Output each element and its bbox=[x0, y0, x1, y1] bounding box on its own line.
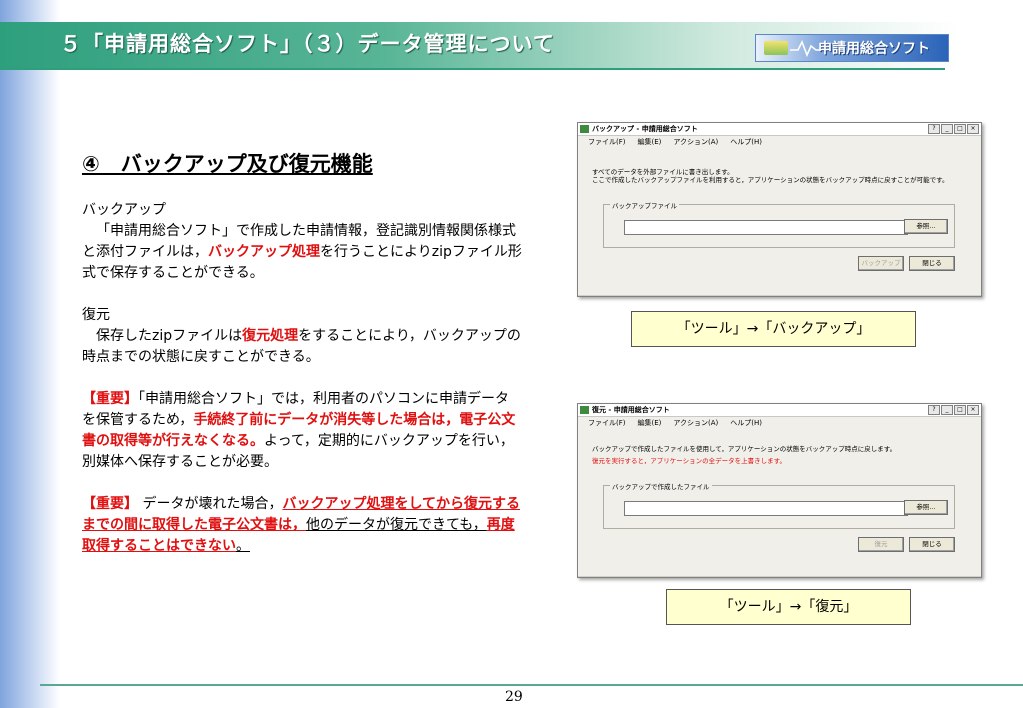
maximize-icon[interactable]: □ bbox=[954, 124, 966, 134]
important-2-text-2: 他のデータが復元できても， bbox=[306, 517, 487, 533]
page-number: 29 bbox=[505, 689, 523, 705]
window-controls: ? _ □ × bbox=[928, 124, 979, 134]
close-icon[interactable]: × bbox=[967, 124, 979, 134]
backup-window-titlebar: バックアップ - 申請用総合ソフト ? _ □ × bbox=[578, 123, 981, 136]
maximize-icon[interactable]: □ bbox=[954, 405, 966, 415]
restore-desc-1: バックアップで作成したファイルを使用して，アプリケーションの状態をバックアップ時… bbox=[592, 445, 897, 453]
restore-highlight: 復元処理 bbox=[242, 328, 299, 344]
backup-highlight: バックアップ処理 bbox=[208, 244, 320, 260]
backup-label: バックアップ bbox=[82, 202, 166, 218]
restore-caption: 「ツール」→「復元」 bbox=[666, 589, 911, 625]
app-icon bbox=[580, 406, 589, 414]
restore-button[interactable]: 復元 bbox=[858, 537, 904, 552]
menu-file[interactable]: ファイル(F) bbox=[588, 418, 626, 428]
important-paragraph-1: 【重要】「申請用総合ソフト」では，利用者のパソコンに申請データを保管するため，手… bbox=[82, 389, 522, 473]
backup-group-label: バックアップファイル bbox=[610, 200, 679, 210]
help-icon[interactable]: ? bbox=[928, 405, 940, 415]
backup-file-input[interactable] bbox=[624, 220, 908, 235]
backup-button[interactable]: バックアップ bbox=[858, 256, 904, 271]
close-button[interactable]: 閉じる bbox=[909, 256, 955, 271]
important-2-end: 。 bbox=[236, 538, 250, 554]
important-paragraph-2: 【重要】 データが壊れた場合，バックアップ処理をしてから復元するまでの間に取得し… bbox=[82, 494, 522, 557]
help-icon[interactable]: ? bbox=[928, 124, 940, 134]
restore-window: 復元 - 申請用総合ソフト ? _ □ × ファイル(F) 編集(E) アクショ… bbox=[577, 403, 982, 578]
left-gradient-band bbox=[0, 0, 60, 708]
backup-file-group: バックアップファイル 参照... bbox=[603, 200, 955, 248]
restore-group-label: バックアップで作成したファイル bbox=[610, 481, 712, 491]
backup-desc-2: ここで作成したバックアップファイルを利用すると，アプリケーションの状態をバックア… bbox=[592, 176, 949, 184]
backup-window-title: バックアップ - 申請用総合ソフト bbox=[592, 125, 698, 133]
restore-window-titlebar: 復元 - 申請用総合ソフト ? _ □ × bbox=[578, 404, 981, 417]
backup-desc-1: すべてのデータを外部ファイルに書き出します。 bbox=[592, 168, 734, 176]
software-logo: 申請用総合ソフト bbox=[755, 34, 949, 62]
menu-help[interactable]: ヘルプ(H) bbox=[730, 137, 762, 147]
browse-button[interactable]: 参照... bbox=[904, 500, 948, 515]
footer-line bbox=[40, 684, 1023, 686]
header-underline bbox=[0, 68, 945, 70]
logo-text: 申請用総合ソフト bbox=[818, 41, 930, 57]
important-tag-1: 【重要】 bbox=[82, 391, 138, 407]
menu-help[interactable]: ヘルプ(H) bbox=[730, 418, 762, 428]
menu-edit[interactable]: 編集(E) bbox=[638, 418, 662, 428]
restore-file-input[interactable] bbox=[624, 501, 908, 516]
restore-window-title: 復元 - 申請用総合ソフト bbox=[592, 406, 670, 414]
close-button[interactable]: 閉じる bbox=[909, 537, 955, 552]
restore-label: 復元 bbox=[82, 307, 110, 323]
backup-window-body: すべてのデータを外部ファイルに書き出します。 ここで作成したバックアップファイル… bbox=[578, 148, 981, 295]
backup-menubar: ファイル(F) 編集(E) アクション(A) ヘルプ(H) bbox=[578, 136, 981, 148]
section-heading: ④ バックアップ及び復元機能 bbox=[82, 152, 373, 176]
menu-action[interactable]: アクション(A) bbox=[673, 137, 718, 147]
body-text: バックアップ 「申請用総合ソフト」で作成した申請情報，登記識別情報関係様式と添付… bbox=[82, 200, 522, 578]
minimize-icon[interactable]: _ bbox=[941, 405, 953, 415]
menu-action[interactable]: アクション(A) bbox=[673, 418, 718, 428]
important-tag-2: 【重要】 bbox=[82, 496, 138, 512]
browse-button[interactable]: 参照... bbox=[904, 219, 948, 234]
restore-text-1: 保存したzipファイルは bbox=[96, 328, 243, 344]
important-2-text-1: データが壊れた場合， bbox=[142, 496, 283, 512]
restore-menubar: ファイル(F) 編集(E) アクション(A) ヘルプ(H) bbox=[578, 417, 981, 429]
backup-caption: 「ツール」→「バックアップ」 bbox=[631, 311, 916, 347]
app-icon bbox=[580, 125, 589, 133]
slide-title: ５「申請用総合ソフト」（３）データ管理について bbox=[60, 32, 555, 56]
restore-file-group: バックアップで作成したファイル 参照... bbox=[603, 481, 955, 529]
restore-desc-2: 復元を実行すると，アプリケーションの全データを上書きします。 bbox=[592, 457, 786, 465]
backup-window: バックアップ - 申請用総合ソフト ? _ □ × ファイル(F) 編集(E) … bbox=[577, 122, 982, 297]
close-icon[interactable]: × bbox=[967, 405, 979, 415]
logo-mark-icon bbox=[764, 41, 788, 55]
menu-edit[interactable]: 編集(E) bbox=[638, 137, 662, 147]
window-controls: ? _ □ × bbox=[928, 405, 979, 415]
menu-file[interactable]: ファイル(F) bbox=[588, 137, 626, 147]
restore-paragraph: 復元 保存したzipファイルは復元処理をすることにより，バックアップの時点までの… bbox=[82, 305, 522, 368]
restore-window-body: バックアップで作成したファイルを使用して，アプリケーションの状態をバックアップ時… bbox=[578, 429, 981, 576]
backup-paragraph: バックアップ 「申請用総合ソフト」で作成した申請情報，登記識別情報関係様式と添付… bbox=[82, 200, 522, 284]
minimize-icon[interactable]: _ bbox=[941, 124, 953, 134]
